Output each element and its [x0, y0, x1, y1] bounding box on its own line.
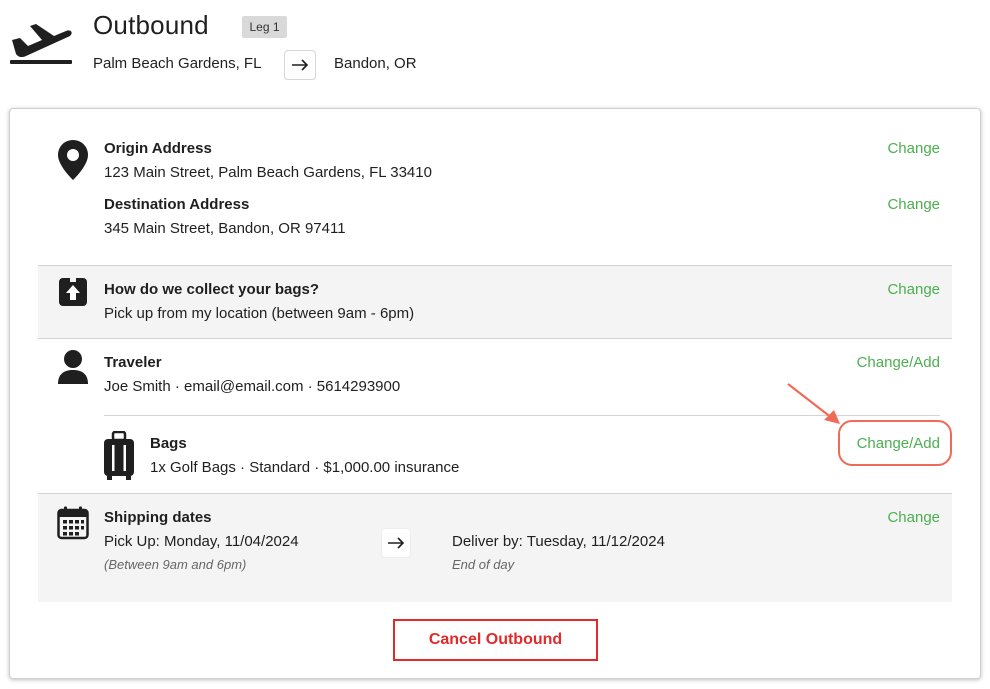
page-title: Outbound: [93, 10, 209, 40]
bags-label: Bags: [150, 435, 187, 452]
origin-address-label: Origin Address: [104, 140, 212, 157]
annotation-highlight: [838, 420, 952, 466]
change-add-traveler-link[interactable]: Change/Add: [857, 354, 940, 371]
location-pin-icon: [56, 139, 90, 181]
cancel-outbound-button[interactable]: Cancel Outbound: [393, 619, 598, 661]
annotation-arrow-icon: [784, 380, 844, 430]
route-origin-city: Palm Beach Gardens, FL: [93, 55, 262, 72]
person-icon: [57, 349, 89, 385]
delivery-window-note: End of day: [452, 557, 515, 572]
collection-label: How do we collect your bags?: [104, 281, 320, 298]
origin-address-value: 123 Main Street, Palm Beach Gardens, FL …: [104, 164, 432, 181]
luggage-icon: [103, 430, 135, 481]
change-origin-link[interactable]: Change: [887, 140, 940, 157]
leg-badge: Leg 1: [242, 16, 287, 38]
calendar-icon: [57, 506, 89, 540]
pickup-date: Pick Up: Monday, 11/04/2024: [104, 533, 299, 550]
shipping-dates-label: Shipping dates: [104, 509, 212, 526]
route-arrow-icon: [284, 50, 316, 80]
airplane-takeoff-icon: [8, 16, 74, 68]
change-collection-link[interactable]: Change: [887, 281, 940, 298]
delivery-date: Deliver by: Tuesday, 11/12/2024: [452, 533, 665, 550]
collection-section: [38, 266, 952, 338]
collection-value: Pick up from my location (between 9am - …: [104, 305, 415, 322]
change-destination-link[interactable]: Change: [887, 196, 940, 213]
section-divider: [38, 338, 952, 339]
destination-address-value: 345 Main Street, Bandon, OR 97411: [104, 220, 346, 237]
pickup-window-note: (Between 9am and 6pm): [104, 557, 247, 572]
bags-value: 1x Golf Bags · Standard · $1,000.00 insu…: [150, 459, 460, 476]
destination-address-label: Destination Address: [104, 196, 250, 213]
upload-box-icon: [58, 277, 88, 307]
traveler-label: Traveler: [104, 354, 162, 371]
change-shipping-dates-link[interactable]: Change: [887, 509, 940, 526]
traveler-value: Joe Smith · email@email.com · 5614293900: [104, 378, 401, 395]
route-destination-city: Bandon, OR: [334, 55, 417, 72]
date-arrow-icon: [382, 529, 410, 557]
